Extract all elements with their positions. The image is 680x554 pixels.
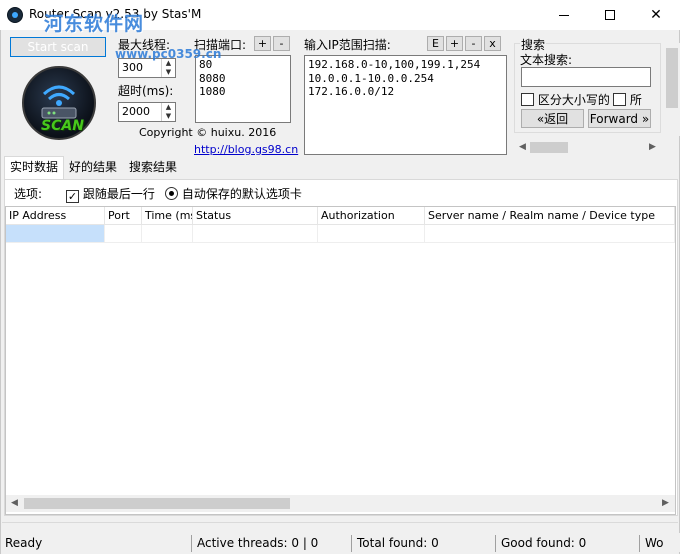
maximize-icon bbox=[605, 10, 615, 20]
max-threads-value: 300 bbox=[122, 61, 143, 74]
splitter[interactable] bbox=[2, 522, 678, 523]
close-button[interactable]: ✕ bbox=[633, 0, 679, 30]
status-separator bbox=[495, 535, 496, 552]
add-port-button[interactable]: + bbox=[254, 36, 271, 51]
list-item[interactable]: 1080 bbox=[199, 85, 287, 99]
case-sensitive-option[interactable]: 区分大小写的 bbox=[521, 91, 610, 108]
scroll-thumb[interactable] bbox=[530, 142, 568, 153]
case-sensitive-label: 区分大小写的 bbox=[537, 93, 610, 107]
main-window: Start scan SCAN 最大线程: 300 ▲ ▼ 超时(ms): 200… bbox=[0, 30, 680, 554]
max-threads-arrows[interactable]: ▲ ▼ bbox=[161, 59, 175, 77]
list-item[interactable]: 192.168.0-10,100,199.1,254 bbox=[308, 58, 503, 72]
auto-save-label: 自动保存的默认选项卡 bbox=[181, 187, 302, 201]
start-scan-button[interactable]: Start scan bbox=[10, 37, 106, 57]
edit-range-button[interactable]: E bbox=[427, 36, 444, 51]
app-icon bbox=[7, 7, 23, 23]
text-search-label: 文本搜索: bbox=[520, 53, 573, 67]
add-range-button[interactable]: + bbox=[446, 36, 463, 51]
table-cell[interactable] bbox=[318, 225, 425, 243]
timeout-arrows[interactable]: ▲ ▼ bbox=[161, 103, 175, 121]
follow-last-checkbox[interactable] bbox=[66, 190, 79, 203]
timeout-stepper[interactable]: 2000 ▲ ▼ bbox=[118, 102, 176, 122]
column-header-status[interactable]: Status bbox=[193, 207, 318, 225]
all-label: 所 bbox=[629, 93, 642, 107]
remove-range-button[interactable]: - bbox=[465, 36, 482, 51]
table-cell[interactable] bbox=[425, 225, 675, 243]
status-bar: Ready Active threads: 0 | 0 Total found:… bbox=[1, 533, 680, 552]
clear-ranges-button[interactable]: x bbox=[484, 36, 501, 51]
options-label: 选项: bbox=[14, 187, 43, 201]
table-cell[interactable] bbox=[193, 225, 318, 243]
follow-last-label: 跟随最后一行 bbox=[82, 187, 155, 201]
column-header-ip[interactable]: IP Address bbox=[6, 207, 105, 225]
status-separator bbox=[191, 535, 192, 552]
spin-down-icon[interactable]: ▼ bbox=[162, 112, 175, 121]
case-sensitive-checkbox[interactable] bbox=[521, 93, 534, 106]
status-separator bbox=[639, 535, 640, 552]
list-item[interactable]: 8080 bbox=[199, 72, 287, 86]
ports-list[interactable]: 80 8080 1080 bbox=[195, 55, 291, 123]
tab-search-results[interactable]: 搜索结果 bbox=[124, 157, 182, 179]
status-separator bbox=[351, 535, 352, 552]
table-cell-selected[interactable] bbox=[6, 225, 105, 243]
status-good-found: Good found: 0 bbox=[501, 536, 587, 550]
copyright-text: Copyright © huixu. 2016 bbox=[139, 126, 277, 139]
all-option[interactable]: 所 bbox=[613, 91, 642, 108]
max-threads-stepper[interactable]: 300 ▲ ▼ bbox=[118, 58, 176, 78]
auto-save-radio[interactable] bbox=[165, 187, 178, 200]
follow-last-option[interactable]: 跟随最后一行 bbox=[66, 185, 155, 203]
all-checkbox[interactable] bbox=[613, 93, 626, 106]
watermark-text: 河东软件网 bbox=[44, 13, 145, 35]
scroll-right-icon[interactable]: ▶ bbox=[644, 139, 661, 156]
ip-range-label: 输入IP范围扫描: bbox=[304, 38, 391, 52]
watermark-url: www.pc0359.cn bbox=[115, 47, 222, 61]
tab-good-results[interactable]: 好的结果 bbox=[64, 157, 122, 179]
search-hscroll[interactable]: ◀ ▶ bbox=[514, 139, 661, 156]
timeout-value: 2000 bbox=[122, 105, 150, 118]
column-header-port[interactable]: Port bbox=[105, 207, 142, 225]
ip-range-list[interactable]: 192.168.0-10,100,199.1,254 10.0.0.1-10.0.… bbox=[304, 55, 507, 155]
grid-hscroll[interactable]: ◀ ▶ bbox=[6, 495, 675, 512]
auto-save-option[interactable]: 自动保存的默认选项卡 bbox=[165, 185, 302, 202]
minimize-button[interactable] bbox=[541, 0, 587, 30]
remove-port-button[interactable]: - bbox=[273, 36, 290, 51]
column-header-server-name[interactable]: Server name / Realm name / Device type bbox=[425, 207, 675, 225]
table-cell[interactable] bbox=[105, 225, 142, 243]
maximize-button[interactable] bbox=[587, 0, 633, 30]
table-cell[interactable] bbox=[142, 225, 193, 243]
back-button[interactable]: «返回 bbox=[521, 109, 584, 128]
logo-scan-text: SCAN bbox=[41, 118, 84, 134]
column-header-time[interactable]: Time (ms) bbox=[142, 207, 193, 225]
results-grid[interactable]: IP Address Port Time (ms) Status Authori… bbox=[5, 206, 676, 515]
scroll-right-icon[interactable]: ▶ bbox=[657, 495, 674, 512]
minimize-icon bbox=[559, 14, 569, 16]
status-active-threads: Active threads: 0 | 0 bbox=[197, 536, 319, 550]
scroll-thumb[interactable] bbox=[666, 48, 678, 108]
status-extra: Wo bbox=[645, 536, 664, 550]
column-header-authorization[interactable]: Authorization bbox=[318, 207, 425, 225]
text-search-input[interactable] bbox=[521, 67, 651, 87]
scroll-thumb[interactable] bbox=[24, 498, 290, 509]
search-vscroll[interactable] bbox=[664, 43, 680, 136]
tab-live-data[interactable]: 实时数据 bbox=[4, 156, 65, 180]
list-item[interactable]: 10.0.0.1-10.0.0.254 bbox=[308, 72, 503, 86]
spin-up-icon[interactable]: ▲ bbox=[162, 103, 175, 112]
blog-link[interactable]: http://blog.gs98.cn bbox=[194, 143, 298, 156]
status-total-found: Total found: 0 bbox=[357, 536, 439, 550]
scroll-left-icon[interactable]: ◀ bbox=[6, 495, 23, 512]
spin-down-icon[interactable]: ▼ bbox=[162, 68, 175, 77]
status-ready: Ready bbox=[5, 536, 43, 550]
scroll-left-icon[interactable]: ◀ bbox=[514, 139, 531, 156]
timeout-label: 超时(ms): bbox=[118, 84, 174, 98]
list-item[interactable]: 172.16.0.0/12 bbox=[308, 85, 503, 99]
forward-button[interactable]: Forward » bbox=[588, 109, 651, 128]
